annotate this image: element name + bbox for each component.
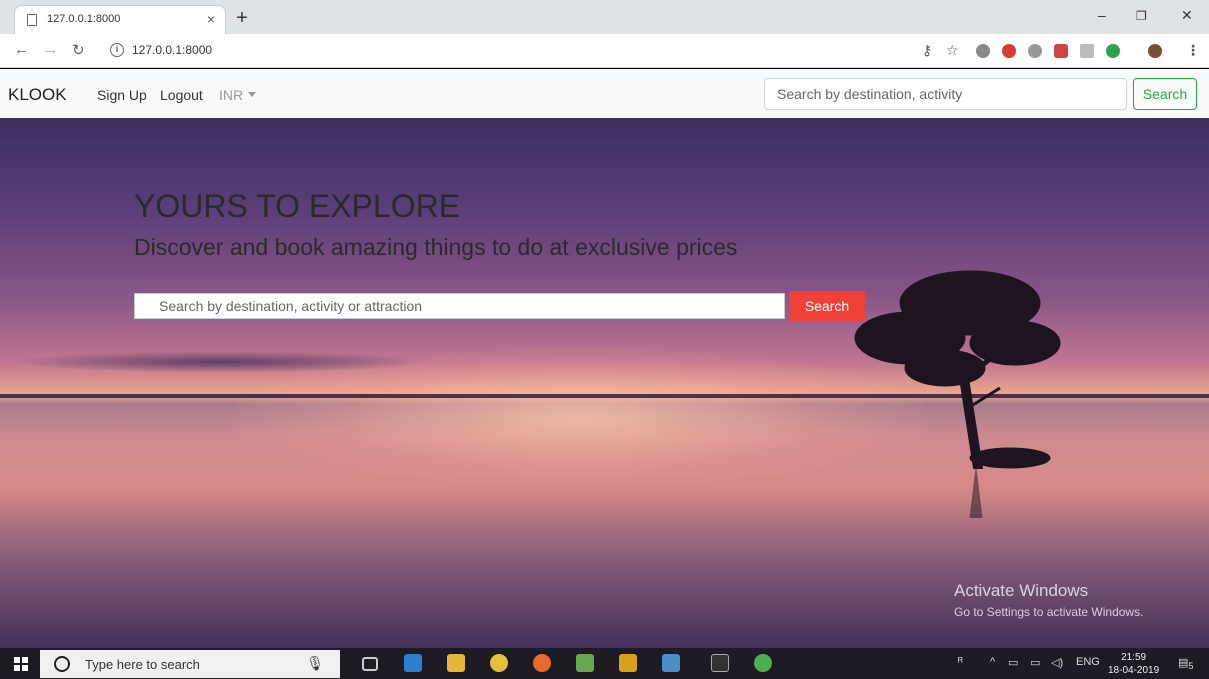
reload-icon[interactable]: ↻ bbox=[72, 41, 85, 59]
network-icon[interactable]: ▭ bbox=[1030, 656, 1040, 669]
cloud-band bbox=[10, 351, 430, 373]
nav-search-input[interactable] bbox=[764, 78, 1127, 110]
currency-label: INR bbox=[219, 87, 244, 103]
hero-search-input[interactable] bbox=[134, 293, 785, 319]
notification-center-icon[interactable]: ▤5 bbox=[1178, 656, 1194, 671]
nav-search-button[interactable]: Search bbox=[1133, 78, 1197, 110]
address-bar[interactable]: i 127.0.0.1:8000 bbox=[104, 39, 894, 63]
windows-start-icon[interactable] bbox=[14, 657, 28, 671]
forward-arrow-icon[interactable]: → bbox=[43, 41, 58, 58]
extension-icon-1[interactable] bbox=[976, 44, 990, 58]
clock-date: 18-04-2019 bbox=[1108, 665, 1160, 676]
profile-avatar[interactable] bbox=[1148, 44, 1162, 58]
terminal-icon[interactable] bbox=[711, 654, 729, 672]
hero-subtitle: Discover and book amazing things to do a… bbox=[134, 234, 738, 260]
signup-link[interactable]: Sign Up bbox=[97, 87, 147, 103]
caret-down-icon bbox=[248, 92, 257, 97]
tab-close-icon[interactable]: × bbox=[207, 11, 215, 27]
info-icon[interactable]: i bbox=[110, 43, 124, 57]
activate-title: Activate Windows bbox=[954, 581, 1089, 600]
notes-app-icon[interactable] bbox=[662, 654, 680, 672]
browser-tab-strip: 127.0.0.1:8000 × + – ❐ ✕ bbox=[0, 0, 1209, 34]
close-window-button[interactable]: ✕ bbox=[1181, 7, 1193, 24]
windows-taskbar: Type here to search 🎙 ᴿ ^ ▭ ▭ ◁) ENG 21:… bbox=[0, 648, 1209, 679]
url-text: 127.0.0.1:8000 bbox=[132, 43, 213, 57]
image-viewer-icon[interactable] bbox=[576, 654, 594, 672]
restore-button[interactable]: ❐ bbox=[1136, 9, 1147, 23]
page-icon bbox=[27, 14, 37, 26]
file-explorer-icon[interactable] bbox=[447, 654, 465, 672]
chrome-icon[interactable] bbox=[490, 654, 508, 672]
microphone-icon[interactable]: 🎙 bbox=[306, 655, 324, 672]
bookmark-star-icon[interactable]: ☆ bbox=[946, 42, 959, 59]
task-view-icon[interactable] bbox=[362, 657, 378, 671]
logout-link[interactable]: Logout bbox=[160, 87, 203, 103]
new-tab-button[interactable]: + bbox=[231, 8, 253, 30]
extension-icon-6[interactable] bbox=[1106, 44, 1120, 58]
tab-title: 127.0.0.1:8000 bbox=[47, 13, 121, 25]
key-icon[interactable]: ⚷ bbox=[922, 42, 932, 59]
taskbar-clock[interactable]: 21:59 18-04-2019 bbox=[1108, 651, 1159, 677]
menu-kebab-icon[interactable]: ⋮ bbox=[1186, 42, 1200, 59]
tree-silhouette bbox=[854, 270, 1061, 518]
activate-subtitle: Go to Settings to activate Windows. bbox=[954, 605, 1144, 619]
media-player-icon[interactable] bbox=[404, 654, 422, 672]
back-arrow-icon[interactable]: ← bbox=[14, 41, 29, 58]
browser-toolbar: ← → ↻ i 127.0.0.1:8000 ⚷ ☆ ⋮ bbox=[0, 34, 1209, 68]
hero-section: YOURS TO EXPLORE Discover and book amazi… bbox=[0, 118, 1209, 648]
hero-title: YOURS TO EXPLORE bbox=[134, 188, 461, 224]
people-icon[interactable]: ᴿ bbox=[958, 656, 963, 668]
colorful-app-icon[interactable] bbox=[619, 654, 637, 672]
volume-icon[interactable]: ◁) bbox=[1051, 656, 1063, 669]
cortana-icon bbox=[54, 656, 70, 672]
green-app-icon[interactable] bbox=[754, 654, 772, 672]
currency-dropdown[interactable]: INR bbox=[219, 87, 257, 103]
taskbar-search-placeholder: Type here to search bbox=[85, 657, 200, 672]
extension-icon-2[interactable] bbox=[1002, 44, 1016, 58]
battery-icon[interactable]: ▭ bbox=[1008, 656, 1018, 669]
firefox-icon[interactable] bbox=[533, 654, 551, 672]
hero-search-button[interactable]: Search bbox=[789, 291, 865, 321]
taskbar-search-box[interactable]: Type here to search 🎙 bbox=[40, 650, 340, 678]
extension-icon-5[interactable] bbox=[1080, 44, 1094, 58]
browser-tab[interactable]: 127.0.0.1:8000 × bbox=[14, 5, 226, 34]
clock-time: 21:59 bbox=[1121, 652, 1147, 663]
extension-icon-3[interactable] bbox=[1028, 44, 1042, 58]
flash-sale-extension-icon[interactable] bbox=[1054, 44, 1068, 58]
minimize-button[interactable]: – bbox=[1098, 7, 1106, 23]
tray-chevron-icon[interactable]: ^ bbox=[990, 656, 995, 668]
notification-count: 5 bbox=[1188, 661, 1194, 672]
brand-logo[interactable]: KLOOK bbox=[8, 85, 67, 105]
activate-windows-watermark: Activate Windows Go to Settings to activ… bbox=[954, 581, 1143, 619]
language-indicator[interactable]: ENG bbox=[1076, 656, 1100, 668]
site-navbar: KLOOK Sign Up Logout INR Search bbox=[0, 69, 1209, 118]
